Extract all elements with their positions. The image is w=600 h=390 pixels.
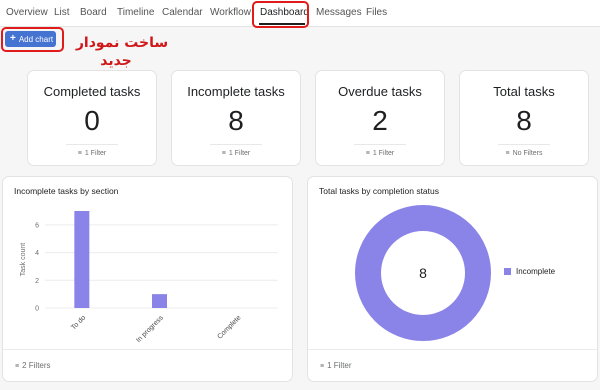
annotation-line-1: ساخت نمودار bbox=[75, 35, 169, 51]
bar-1[interactable] bbox=[152, 294, 167, 308]
stat-value: 0 bbox=[84, 105, 100, 136]
stat-card-overdue[interactable]: Overdue tasks 2 ≡ 1 Filter bbox=[315, 70, 445, 166]
filter-info[interactable]: ≡ 1 Filter bbox=[320, 361, 352, 370]
filter-icon: ≡ bbox=[320, 363, 325, 370]
bar-chart-card[interactable]: Incomplete tasks by section 0 2 4 6 Task cou… bbox=[2, 176, 293, 382]
tab-files[interactable]: Files bbox=[366, 7, 387, 18]
x-tick-label: To do bbox=[70, 314, 87, 331]
plus-icon: + bbox=[10, 33, 16, 44]
y-tick-label: 4 bbox=[35, 250, 39, 257]
tab-calendar[interactable]: Calendar bbox=[162, 7, 203, 18]
add-chart-button[interactable]: + Add chart bbox=[5, 31, 56, 47]
filter-info[interactable]: ≡ No Filters bbox=[460, 150, 588, 157]
stat-value: 2 bbox=[372, 105, 388, 136]
filter-label: 1 Filter bbox=[228, 150, 251, 157]
filter-info[interactable]: ≡ 2 Filters bbox=[15, 361, 51, 370]
chart-footer: ≡ 1 Filter bbox=[308, 349, 597, 381]
filter-label: No Filters bbox=[512, 150, 543, 157]
filter-label: 1 Filter bbox=[84, 150, 107, 157]
legend-label: Incomplete bbox=[516, 267, 556, 276]
stat-card-total[interactable]: Total tasks 8 ≡ No Filters bbox=[459, 70, 589, 166]
filter-icon: ≡ bbox=[77, 150, 82, 157]
divider bbox=[354, 144, 406, 145]
stat-card-completed[interactable]: Completed tasks 0 ≡ 1 Filter bbox=[27, 70, 157, 166]
filter-label: 1 Filter bbox=[372, 150, 395, 157]
tab-timeline[interactable]: Timeline bbox=[117, 7, 154, 18]
dashboard-tab-highlight bbox=[252, 1, 309, 28]
divider bbox=[498, 144, 550, 145]
y-tick-label: 2 bbox=[35, 278, 39, 285]
divider bbox=[66, 144, 118, 145]
filter-icon: ≡ bbox=[15, 363, 20, 370]
stat-title: Total tasks bbox=[493, 84, 555, 99]
bar-chart: 0 2 4 6 Task count To do In progress Complete bbox=[20, 211, 278, 344]
filter-info[interactable]: ≡ 1 Filter bbox=[28, 150, 156, 157]
add-chart-label: Add chart bbox=[18, 34, 54, 44]
tab-workflow[interactable]: Workflow bbox=[210, 7, 251, 18]
bar-0[interactable] bbox=[74, 211, 90, 308]
stat-title: Completed tasks bbox=[43, 84, 141, 99]
stat-value: 8 bbox=[228, 105, 244, 136]
divider bbox=[210, 144, 262, 145]
filter-icon: ≡ bbox=[221, 150, 226, 157]
filter-label: 2 Filters bbox=[22, 361, 51, 370]
x-tick-label: In progress bbox=[135, 314, 165, 344]
y-tick-label: 6 bbox=[35, 222, 39, 229]
stat-value: 8 bbox=[516, 105, 532, 136]
tab-messages[interactable]: Messages bbox=[316, 7, 362, 18]
tab-overview[interactable]: Overview bbox=[6, 7, 48, 18]
x-tick-label: Complete bbox=[216, 314, 242, 340]
annotation-line-2: جدید bbox=[100, 53, 132, 69]
filter-icon: ≡ bbox=[365, 150, 370, 157]
stat-title: Incomplete tasks bbox=[187, 84, 285, 99]
y-tick-label: 0 bbox=[35, 306, 39, 313]
chart-footer: ≡ 2 Filters bbox=[3, 349, 292, 381]
stat-title: Overdue tasks bbox=[338, 84, 422, 99]
filter-info[interactable]: ≡ 1 Filter bbox=[316, 150, 444, 157]
donut-chart: 8 Incomplete bbox=[355, 205, 556, 341]
y-axis-label: Task count bbox=[20, 243, 27, 277]
donut-center-value: 8 bbox=[419, 265, 427, 281]
tab-list[interactable]: List bbox=[54, 7, 70, 18]
filter-label: 1 Filter bbox=[327, 361, 352, 370]
legend-swatch bbox=[504, 268, 511, 275]
filter-icon: ≡ bbox=[505, 150, 510, 157]
donut-chart-card[interactable]: Total tasks by completion status 8 Incomp… bbox=[307, 176, 598, 382]
filter-info[interactable]: ≡ 1 Filter bbox=[172, 150, 300, 157]
tab-board[interactable]: Board bbox=[80, 7, 107, 18]
stat-card-incomplete[interactable]: Incomplete tasks 8 ≡ 1 Filter bbox=[171, 70, 301, 166]
